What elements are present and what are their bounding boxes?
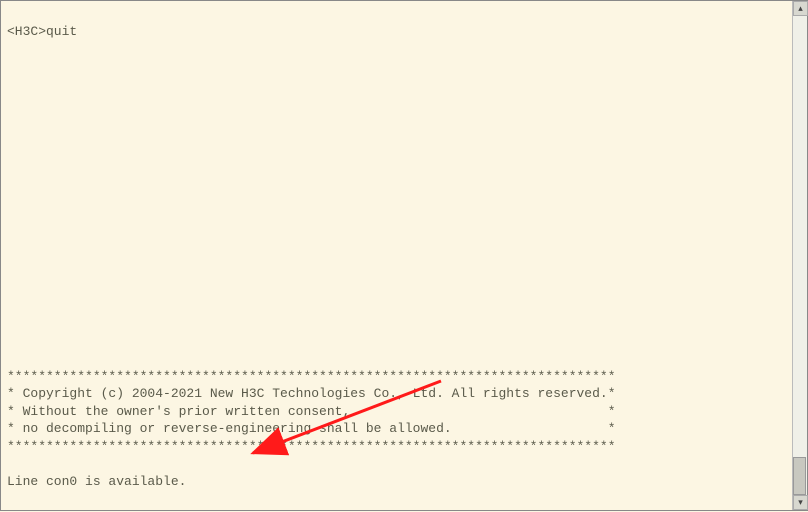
decompile-text: * no decompiling or reverse-engineering …	[7, 421, 616, 436]
scroll-up-button[interactable]: ▴	[793, 1, 808, 16]
line-available-text: Line con0 is available.	[7, 474, 186, 489]
chevron-up-icon: ▴	[798, 4, 803, 14]
chevron-down-icon: ▾	[798, 498, 803, 508]
terminal-output[interactable]: <H3C>quit ******************************…	[1, 1, 791, 510]
banner-border-top: ****************************************…	[7, 369, 616, 384]
press-enter-text: Press ENTER to get started.	[7, 509, 218, 510]
vertical-scrollbar[interactable]: ▴ ▾	[792, 1, 807, 510]
banner-border-bottom: ****************************************…	[7, 439, 616, 454]
scroll-track[interactable]	[793, 16, 807, 495]
prompt-quit: <H3C>quit	[7, 24, 77, 39]
blank-space	[7, 40, 785, 350]
consent-text: * Without the owner's prior written cons…	[7, 404, 616, 419]
scroll-thumb[interactable]	[793, 457, 806, 495]
scroll-down-button[interactable]: ▾	[793, 495, 808, 510]
copyright-text: * Copyright (c) 2004-2021 New H3C Techno…	[7, 386, 616, 401]
